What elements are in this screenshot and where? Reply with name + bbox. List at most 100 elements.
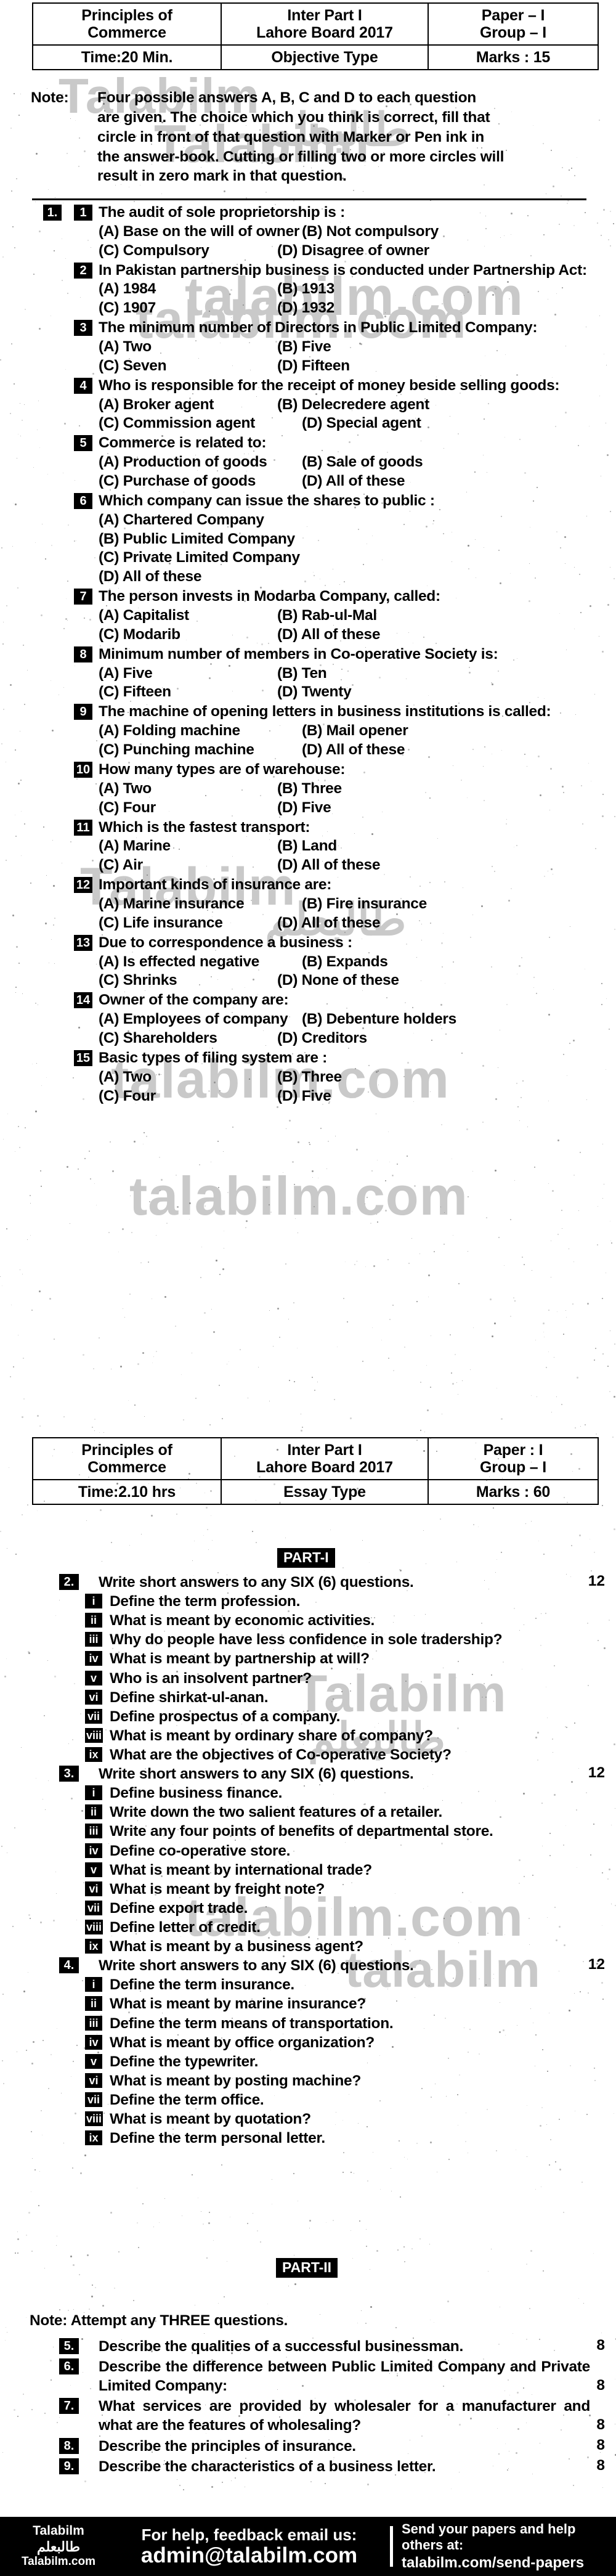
mcq-option[interactable]: (B) Rab-ul-Mal [277, 606, 616, 626]
mcq-option[interactable]: (C) Shareholders [99, 1029, 277, 1048]
mcq-option[interactable]: (C) Shrinks [99, 971, 277, 990]
objective-header-table: Principles of Commerce Inter Part I Laho… [32, 2, 599, 70]
mcq-option[interactable]: (B) Fire insurance [302, 895, 616, 914]
essay-subquestion: ix What are the objectives of Co-operativ… [0, 1745, 616, 1764]
mcq-option[interactable]: (A) Two [99, 1068, 277, 1087]
mcq-option-row: (C) Modarib (D) All of these [99, 626, 616, 645]
essay-subquestion-numeral: ii [85, 1804, 102, 1820]
mcq-option[interactable]: (B) Sale of goods [302, 453, 616, 472]
mcq-option[interactable]: (C) Air [99, 856, 277, 875]
mcq-option[interactable]: (B) Debenture holders [302, 1010, 616, 1029]
essay-subquestion-numeral: v [85, 2053, 102, 2069]
mcq-option[interactable]: (A) Two [99, 780, 277, 799]
mcq-option-row: (C) Four (D) Five [99, 1087, 616, 1106]
mcq-option[interactable]: (D) All of these [302, 472, 616, 491]
mcq-option[interactable]: (D) Disagree of owner [277, 242, 616, 261]
part2-question-number: 8. [59, 2437, 79, 2454]
essay-subquestion: iv What is meant by office organization? [0, 2033, 616, 2052]
essay-question-number: 2. [59, 1574, 79, 1590]
mcq-option[interactable]: (A) Chartered Company [99, 511, 616, 530]
essay-subquestion-text: What are the objectives of Co-operative … [110, 1746, 452, 1763]
mcq-option[interactable]: (A) Base on the will of owner [99, 222, 302, 242]
mcq-option[interactable]: (C) Purchase of goods [99, 472, 302, 491]
mcq-option[interactable]: (A) Employees of company [99, 1010, 302, 1029]
mcq-options: (A) Employees of company (B) Debenture ho… [99, 1010, 616, 1048]
essay-subquestion-numeral: iv [85, 2034, 102, 2050]
footer-email[interactable]: admin@talabilm.com [117, 2544, 381, 2567]
mcq-option-row: (A) Capitalist (B) Rab-ul-Mal [99, 606, 616, 626]
mcq-option[interactable]: (A) Marine insurance [99, 895, 302, 914]
mcq-option[interactable]: (D) Fifteen [277, 357, 616, 376]
subjective-class-line2: Lahore Board 2017 [256, 1459, 393, 1476]
mcq-option[interactable]: (D) None of these [277, 971, 616, 990]
mcq-options: (A) 1984 (B) 1913 (C) 1907 (D) 1932 [99, 280, 616, 318]
mcq-option[interactable]: (B) Ten [277, 664, 616, 683]
mcq-option[interactable]: (C) Four [99, 799, 277, 818]
mcq-option[interactable]: (B) Three [277, 1068, 616, 1087]
mcq-option[interactable]: (C) Commission agent [99, 414, 302, 433]
mcq-option[interactable]: (C) Modarib [99, 626, 277, 645]
mcq-number: 14 [74, 992, 92, 1009]
mcq-option[interactable]: (A) Marine [99, 837, 277, 856]
mcq-option[interactable]: (A) Capitalist [99, 606, 277, 626]
part2-question-text: Describe the difference between Public L… [99, 2358, 590, 2395]
essay-subquestion-numeral: iii [85, 1632, 102, 1647]
mcq-option[interactable]: (C) Life insurance [99, 914, 277, 933]
mcq-question-text: Important kinds of insurance are: [99, 876, 332, 894]
footer-send-url[interactable]: talabilm.com/send-papers [402, 2554, 616, 2572]
mcq-option-row: (C) Shrinks (D) None of these [99, 971, 616, 990]
mcq-option[interactable]: (A) Broker agent [99, 396, 277, 415]
mcq-option[interactable]: (D) Five [277, 1087, 616, 1106]
mcq-option[interactable]: (B) Public Limited Company [99, 530, 616, 549]
mcq-option[interactable]: (C) 1907 [99, 299, 277, 318]
mcq-option[interactable]: (D) 1932 [277, 299, 616, 318]
mcq-option[interactable]: (B) Three [277, 780, 616, 799]
mcq-option[interactable]: (B) 1913 [277, 280, 616, 299]
mcq-option[interactable]: (B) Not compulsory [302, 222, 616, 242]
mcq-option[interactable]: (B) Expands [302, 953, 616, 972]
mcq-option[interactable]: (D) Creditors [277, 1029, 616, 1048]
mcq-list: 1. 1 The audit of sole proprietorship is :… [0, 203, 616, 1106]
mcq-options: (A) Five (B) Ten (C) Fifteen (D) Twenty [99, 664, 616, 703]
essay-subquestion-numeral: vii [85, 1708, 102, 1724]
mcq-option[interactable]: (A) Five [99, 664, 277, 683]
mcq-option[interactable]: (C) Fifteen [99, 683, 277, 702]
mcq-option[interactable]: (B) Delecredere agent [277, 396, 616, 415]
mcq-option[interactable]: (D) Five [277, 799, 616, 818]
mcq-options: (A) Marine insurance (B) Fire insurance (C… [99, 895, 616, 933]
essay-subquestion: viii What is meant by ordinary share of c… [0, 1726, 616, 1745]
subjective-class-line1: Inter Part I [287, 1441, 362, 1459]
mcq-option[interactable]: (C) Four [99, 1087, 277, 1106]
mcq-option[interactable]: (A) Is effected negative [99, 953, 302, 972]
mcq-item: 8 Minimum number of members in Co-operati… [0, 645, 616, 703]
mcq-option[interactable]: (B) Land [277, 837, 616, 856]
mcq-item: 3 The minimum number of Directors in Publ… [0, 319, 616, 376]
mcq-option[interactable]: (B) Five [277, 338, 616, 357]
objective-note-body: Four possible answers A, B, C and D to e… [97, 88, 604, 186]
mcq-option[interactable]: (D) All of these [99, 568, 616, 587]
mcq-option[interactable]: (D) Special agent [302, 414, 616, 433]
part2-question-number: 6. [59, 2358, 79, 2375]
mcq-option[interactable]: (D) All of these [277, 626, 616, 645]
footer-logo-arabic: طالبعلم [36, 2539, 81, 2555]
part1-banner: PART-I [277, 1548, 335, 1568]
mcq-option[interactable]: (A) Production of goods [99, 453, 302, 472]
essay-subquestion-numeral: ix [85, 1747, 102, 1762]
mcq-option[interactable]: (C) Private Limited Company [99, 548, 616, 568]
mcq-option[interactable]: (C) Punching machine [99, 741, 302, 760]
exam-paper-page: Talabilm طالبعلم Talabilm talabilm.com talab… [0, 0, 616, 2576]
mcq-question-text: Who is responsible for the receipt of mo… [99, 377, 560, 394]
mcq-option[interactable]: (D) All of these [277, 914, 616, 933]
mcq-option[interactable]: (A) Two [99, 338, 277, 357]
mcq-option[interactable]: (C) Seven [99, 357, 277, 376]
mcq-option[interactable]: (D) All of these [302, 741, 616, 760]
mcq-options: (A) Two (B) Three (C) Four (D) Five [99, 1068, 616, 1106]
essay-subquestion: vii Define export trade. [0, 1899, 616, 1918]
mcq-option[interactable]: (D) Twenty [277, 683, 616, 702]
mcq-option[interactable]: (D) All of these [277, 856, 616, 875]
mcq-option[interactable]: (A) 1984 [99, 280, 277, 299]
mcq-option[interactable]: (A) Folding machine [99, 722, 302, 741]
mcq-option[interactable]: (B) Mail opener [302, 722, 616, 741]
mcq-option[interactable]: (C) Compulsory [99, 242, 277, 261]
mcq-item: 2 In Pakistan partnership business is con… [0, 261, 616, 319]
